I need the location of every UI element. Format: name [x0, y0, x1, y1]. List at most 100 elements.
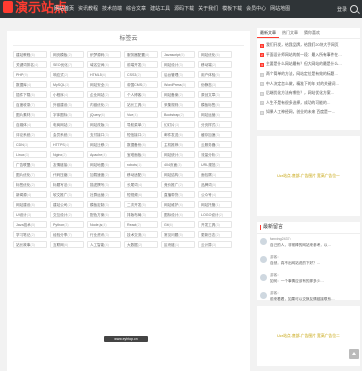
tag-link[interactable]: 短信接口(2): [124, 131, 158, 138]
comment-item[interactable]: 游客： 前来看看，如果可以交换友情链接联系…: [257, 288, 360, 306]
tag-link[interactable]: 关键词排名(4): [13, 61, 47, 68]
tag-link[interactable]: 图标设计(4): [161, 211, 195, 218]
tag-link[interactable]: 图片素材(5): [13, 111, 47, 118]
tag-link[interactable]: MySQL(3): [50, 81, 84, 88]
ad-banner-2[interactable]: Ucr站点-底部-广告图片 宽高广告位二: [257, 306, 360, 366]
tag-link[interactable]: 企业网站(2): [87, 91, 121, 98]
tag-link[interactable]: Vue(4): [124, 111, 158, 118]
nav-item[interactable]: 会员中心: [246, 0, 266, 18]
tag-link[interactable]: CDN(3): [13, 141, 47, 148]
nav-item[interactable]: 源码下载: [174, 0, 194, 18]
tag-link[interactable]: 人工智能(4): [87, 241, 121, 248]
tag-link[interactable]: 采集规则(3): [161, 101, 195, 108]
tag-link[interactable]: 织梦源码(3): [87, 51, 121, 58]
tag-link[interactable]: 建站公司(2): [50, 201, 84, 208]
tag-link[interactable]: Javascript(5): [161, 51, 195, 58]
news-item[interactable]: 7 人生不是有很多选择，成功的可能的…: [260, 99, 357, 109]
tag-link[interactable]: 外链建设(3): [50, 101, 84, 108]
comment-item[interactable]: fanxing2437： 自己的人，非常棒的网站来参考，以…: [257, 234, 360, 252]
tag-link[interactable]: 社群运营(2): [87, 191, 121, 198]
tag-link[interactable]: 原创文章(3): [198, 91, 232, 98]
news-item[interactable]: 6 后端优化方法有哪些？，网站优化方案…: [260, 89, 357, 99]
nav-item[interactable]: 网站地图: [270, 0, 290, 18]
tag-link[interactable]: 网站结构(3): [161, 171, 195, 178]
tag-link[interactable]: 建站教程(6): [13, 51, 47, 58]
tag-link[interactable]: 小程序(4): [50, 91, 84, 98]
tag-link[interactable]: robots(1): [124, 161, 158, 168]
back-to-top-button[interactable]: [349, 349, 359, 359]
tag-link[interactable]: 网站托管(1): [198, 201, 232, 208]
tag-link[interactable]: 图片优化(7): [13, 171, 47, 178]
tag-link[interactable]: 网站设计(3): [161, 61, 195, 68]
tag-link[interactable]: 网站建设(8): [13, 201, 47, 208]
tag-link[interactable]: 常见问题(5): [161, 231, 195, 238]
tag-link[interactable]: 品牌词(5): [198, 181, 232, 188]
tag-link[interactable]: WordPress(5): [161, 81, 195, 88]
tag-link[interactable]: 学习笔记(2): [13, 231, 47, 238]
tag-link[interactable]: 缓存加速(3): [198, 131, 232, 138]
tag-link[interactable]: 百度收录(7): [13, 101, 47, 108]
tag-link[interactable]: 用户体验(5): [198, 71, 232, 78]
tag-link[interactable]: 导航菜单(7): [124, 121, 158, 128]
tab-0[interactable]: 最新文章: [257, 28, 279, 38]
tag-link[interactable]: Node.js(4): [87, 221, 121, 228]
tag-link[interactable]: 插件下载(6): [13, 91, 47, 98]
tag-link[interactable]: 移动适配(5): [124, 171, 158, 178]
tag-link[interactable]: 交互设计(2): [50, 211, 84, 218]
tag-link[interactable]: 描述撰写(3): [87, 181, 121, 188]
tag-link[interactable]: 新闻源(4): [13, 191, 47, 198]
tag-link[interactable]: 经验分享(7): [50, 231, 84, 238]
tag-link[interactable]: 站长工具(6): [124, 101, 158, 108]
tag-link[interactable]: 技术交流(4): [124, 231, 158, 238]
tag-link[interactable]: 大数据(2): [124, 241, 158, 248]
tag-link[interactable]: 主机推荐(5): [161, 141, 195, 148]
tag-link[interactable]: SEO优化(7): [50, 61, 84, 68]
tag-link[interactable]: 流量分析(2): [198, 151, 232, 158]
tag-link[interactable]: Git(6): [161, 221, 195, 228]
tag-link[interactable]: 数据备份(8): [124, 141, 158, 148]
comment-item[interactable]: 游客： 自然，真不出网站说的下好？…: [257, 252, 360, 270]
nav-item[interactable]: 网站首页: [54, 0, 74, 18]
tag-link[interactable]: 支付接口(3): [87, 131, 121, 138]
tag-link[interactable]: 404页面(3): [161, 161, 195, 168]
tag-link[interactable]: UI设计(3): [13, 211, 47, 218]
tag-link[interactable]: 帝国CMS(2): [124, 81, 158, 88]
tag-link[interactable]: 更新日志(2): [198, 231, 232, 238]
tag-link[interactable]: 云计算(3): [198, 241, 232, 248]
tag-link[interactable]: 网站优化(6): [198, 51, 232, 58]
tag-link[interactable]: 加载速度(2): [87, 171, 121, 178]
nav-item[interactable]: 技术前端: [102, 0, 122, 18]
news-item[interactable]: 2 平面设计师网站的前一段：最入所有事件在…: [260, 51, 357, 61]
tag-link[interactable]: 网站运营(4): [198, 111, 232, 118]
tag-link[interactable]: 自媒体(4): [13, 121, 47, 128]
tag-link[interactable]: LOGO设计(2): [198, 211, 232, 218]
tag-link[interactable]: 宝塔面板(6): [124, 151, 158, 158]
tag-link[interactable]: 域名空间(4): [87, 61, 121, 68]
tag-link[interactable]: Bootstrap(2): [161, 111, 195, 118]
tag-link[interactable]: 排版布局(3): [124, 211, 158, 218]
tag-link[interactable]: 模板定制(3): [87, 201, 121, 208]
tag-link[interactable]: 公众号(4): [198, 191, 232, 198]
tag-link[interactable]: Apache(4): [87, 151, 121, 158]
tag-link[interactable]: Python(3): [50, 221, 84, 228]
nav-item[interactable]: 模板下载: [222, 0, 242, 18]
tag-link[interactable]: 直播带货(3): [161, 191, 195, 198]
tag-link[interactable]: PHP(9): [13, 71, 47, 78]
tag-link[interactable]: 会员系统(5): [50, 131, 84, 138]
tag-link[interactable]: 标题写法(6): [50, 181, 84, 188]
tag-link[interactable]: 网站地图(6): [87, 161, 121, 168]
tag-link[interactable]: 个人博客(5): [124, 91, 158, 98]
search-icon[interactable]: [350, 5, 358, 13]
comment-item[interactable]: 游客： 如何：一个事情应该有的那多少…: [257, 270, 360, 288]
news-item[interactable]: 3 主要是什么网站最有？但大网站的最是什么…: [260, 60, 357, 70]
tag-link[interactable]: 服务器配置(8): [124, 51, 158, 58]
tag-link[interactable]: 配色方案(6): [87, 211, 121, 218]
tag-link[interactable]: 邮件发送(6): [161, 131, 195, 138]
tag-link[interactable]: 网站改版(3): [87, 121, 121, 128]
tag-link[interactable]: 网站维护(4): [161, 201, 195, 208]
tag-link[interactable]: React(2): [124, 221, 158, 228]
tag-link[interactable]: 长尾词(4): [124, 181, 158, 188]
tag-link[interactable]: 云服务器(3): [198, 141, 232, 148]
ad-banner-1[interactable]: Ucr站点-底部-广告图片 宽高广告位一: [257, 136, 360, 216]
tag-link[interactable]: 标签优化(2): [13, 181, 47, 188]
